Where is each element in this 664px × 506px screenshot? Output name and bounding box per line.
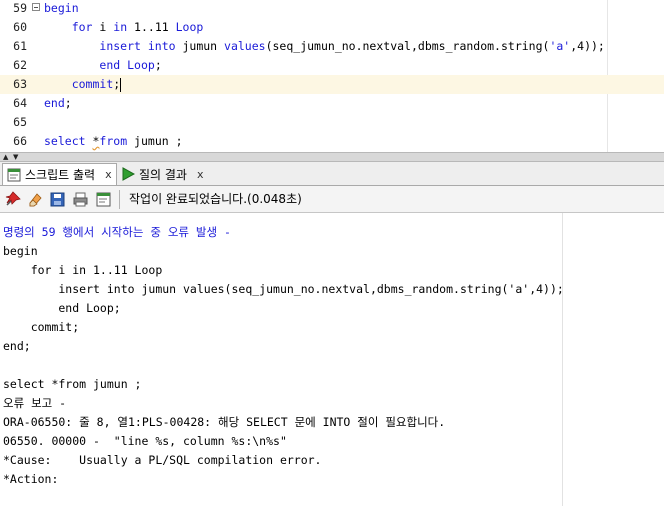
editor-line[interactable]: 64 end; (0, 94, 664, 113)
output-line: 오류 보고 - (3, 396, 67, 410)
code-text: select *from jumun ; (44, 134, 183, 148)
collapse-down-icon[interactable]: ▼ (13, 154, 18, 161)
output-line: *Action: (3, 472, 59, 486)
line-number: 60 (13, 20, 27, 34)
text-cursor (120, 77, 122, 92)
output-right-margin (562, 213, 563, 506)
output-tab-bar: 스크립트 출력 x 질의 결과 x (0, 162, 664, 186)
code-text: end; (44, 96, 72, 110)
line-number: 63 (13, 77, 27, 91)
output-line: select *from jumun ; (3, 377, 142, 391)
output-line: end Loop; (3, 301, 121, 315)
editor-line[interactable]: 61 insert into jumun values(seq_jumun_no… (0, 37, 664, 56)
output-line: ORA-06550: 줄 8, 열1:PLS-00428: 해당 SELECT … (3, 415, 446, 429)
output-line: 06550. 00000 - "line %s, column %s:\n%s" (3, 434, 287, 448)
tab-query-result[interactable]: 질의 결과 x (121, 163, 211, 185)
code-text: begin (44, 1, 79, 15)
toolbar-separator (119, 190, 120, 209)
output-line: for i in 1..11 Loop (3, 263, 163, 277)
script-output-panel[interactable]: 명령의 59 행에서 시작하는 중 오류 발생 - begin for i in … (0, 213, 664, 506)
eraser-icon[interactable] (26, 191, 43, 208)
pin-icon[interactable] (4, 191, 21, 208)
tab-script-output[interactable]: 스크립트 출력 x (2, 163, 117, 185)
panel-splitter[interactable]: ▲ ▼ (0, 152, 664, 162)
line-number: 64 (13, 96, 27, 110)
print-icon[interactable] (72, 191, 89, 208)
tab-label: 질의 결과 (139, 167, 187, 182)
code-text: for i in 1..11 Loop (71, 20, 204, 34)
export-icon[interactable] (95, 191, 112, 208)
close-tab-icon[interactable]: x (105, 168, 112, 181)
editor-line[interactable]: 63 commit; (0, 75, 664, 94)
editor-line[interactable]: 60 for i in 1..11 Loop (0, 18, 664, 37)
script-output-icon (7, 168, 21, 181)
editor-line[interactable]: 62 end Loop; (0, 56, 664, 75)
tab-label: 스크립트 출력 (25, 168, 96, 182)
output-line: *Cause: Usually a PL/SQL compilation err… (3, 453, 322, 467)
editor-line[interactable]: 59 begin (0, 0, 664, 18)
line-number: 59 (13, 1, 27, 15)
code-text: end Loop; (99, 58, 162, 72)
collapse-up-icon[interactable]: ▲ (3, 154, 8, 161)
save-icon[interactable] (49, 191, 66, 208)
line-number: 66 (13, 134, 27, 148)
output-line: end; (3, 339, 31, 353)
fold-collapse-icon[interactable] (32, 3, 40, 11)
line-number: 65 (13, 115, 27, 129)
output-line: commit; (3, 320, 80, 334)
line-number: 62 (13, 58, 27, 72)
line-number: 61 (13, 39, 27, 53)
output-line: 명령의 59 행에서 시작하는 중 오류 발생 - (3, 225, 231, 239)
status-message: 작업이 완료되었습니다.(0.048초) (129, 192, 302, 206)
output-line: insert into jumun values(seq_jumun_no.ne… (3, 282, 564, 296)
editor-line[interactable]: 66 select *from jumun ; (0, 132, 664, 151)
close-tab-icon[interactable]: x (197, 168, 204, 181)
output-line: begin (3, 244, 38, 258)
code-text: insert into jumun values(seq_jumun_no.ne… (99, 39, 605, 53)
code-text: commit; (71, 77, 122, 92)
editor-line[interactable]: 65 (0, 113, 664, 132)
run-query-icon (122, 167, 135, 181)
sql-editor[interactable]: 59 begin 60 for i in 1..11 Loop 61 insert i… (0, 0, 664, 152)
output-toolbar: 작업이 완료되었습니다.(0.048초) (0, 186, 664, 213)
